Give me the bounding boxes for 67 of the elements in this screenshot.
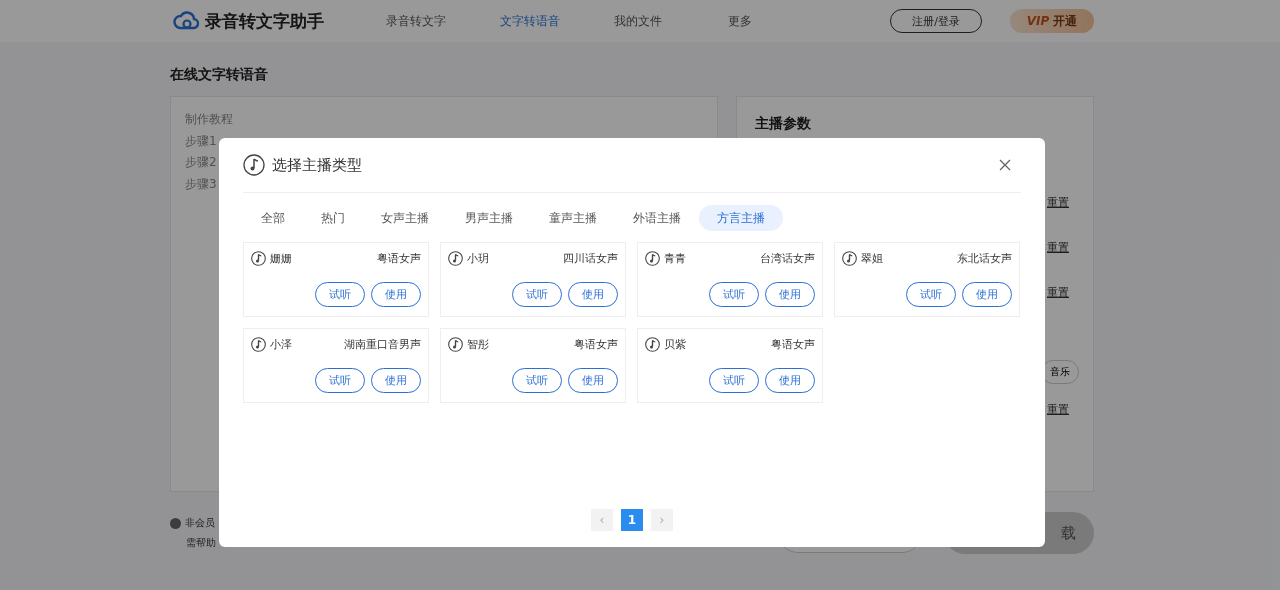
tutorial-step: 步骤1: [185, 130, 217, 152]
category-tab[interactable]: 热门: [303, 205, 363, 231]
reset-link[interactable]: 重置: [1047, 285, 1069, 330]
voice-type: 粤语女声: [377, 251, 421, 266]
nav-link[interactable]: 更多: [728, 12, 842, 30]
voice-name: 姗姗: [270, 251, 293, 266]
use-button[interactable]: 使用: [371, 368, 421, 393]
listen-button[interactable]: 试听: [315, 282, 365, 307]
music-note-icon: [251, 337, 266, 352]
notice-text: 非会员: [185, 516, 215, 530]
use-button[interactable]: 使用: [765, 282, 815, 307]
listen-button[interactable]: 试听: [906, 282, 956, 307]
music-note-icon: [645, 251, 660, 266]
category-tab[interactable]: 全部: [243, 205, 303, 231]
use-button[interactable]: 使用: [962, 282, 1012, 307]
voice-name: 青青: [664, 251, 687, 266]
category-tab[interactable]: 童声主播: [531, 205, 615, 231]
listen-button[interactable]: 试听: [512, 368, 562, 393]
dialog-title: 选择主播类型: [272, 155, 363, 175]
app-name: 录音转文字助手: [205, 9, 324, 33]
use-button[interactable]: 使用: [568, 282, 618, 307]
voice-type: 东北话女声: [957, 251, 1012, 266]
voice-name: 贝紫: [664, 337, 687, 352]
voice-type: 台湾话女声: [760, 251, 815, 266]
category-tab[interactable]: 方言主播: [699, 205, 783, 231]
music-note-icon: [842, 251, 857, 266]
nav-link[interactable]: 文字转语音: [500, 12, 614, 30]
music-note-icon: [448, 337, 463, 352]
use-button[interactable]: 使用: [765, 368, 815, 393]
reset-link[interactable]: 重置: [1047, 402, 1069, 447]
music-note-icon: [448, 251, 463, 266]
music-note-icon: [243, 154, 265, 176]
nav-link[interactable]: 录音转文字: [386, 12, 500, 30]
category-tab[interactable]: 女声主播: [363, 205, 447, 231]
cloud-logo-icon: [173, 11, 199, 31]
voice-type: 粤语女声: [574, 337, 618, 352]
voice-type: 湖南重口音男声: [344, 337, 421, 352]
tutorial-step: 步骤3: [185, 173, 217, 195]
listen-button[interactable]: 试听: [709, 282, 759, 307]
tutorial-step: 步骤2: [185, 152, 217, 174]
login-button[interactable]: 注册/登录: [890, 9, 982, 33]
reset-link[interactable]: 重置: [1047, 195, 1069, 240]
voice-type: 四川话女声: [563, 251, 618, 266]
voice-name: 翠姐: [861, 251, 884, 266]
voice-name: 智彤: [467, 337, 490, 352]
reset-link[interactable]: 重置: [1047, 240, 1069, 285]
page-button[interactable]: 1: [621, 509, 643, 531]
close-icon[interactable]: [999, 159, 1011, 171]
category-tab[interactable]: 外语主播: [615, 205, 699, 231]
category-tab[interactable]: 男声主播: [447, 205, 531, 231]
info-icon: [170, 517, 181, 529]
page-title: 在线文字转语音: [170, 66, 269, 84]
listen-button[interactable]: 试听: [315, 368, 365, 393]
use-button[interactable]: 使用: [371, 282, 421, 307]
voice-name: 小玥: [467, 251, 490, 266]
voice-type: 粤语女声: [771, 337, 815, 352]
panel-title: 主播参数: [755, 115, 812, 133]
tutorial-title: 制作教程: [185, 111, 233, 128]
listen-button[interactable]: 试听: [512, 282, 562, 307]
music-note-icon: [645, 337, 660, 352]
use-button[interactable]: 使用: [568, 368, 618, 393]
listen-button[interactable]: 试听: [709, 368, 759, 393]
nav-link[interactable]: 我的文件: [614, 12, 728, 30]
help-text: 需帮助: [185, 536, 217, 550]
voice-name: 小泽: [270, 337, 293, 352]
music-note-icon: [251, 251, 266, 266]
vip-button[interactable]: VIP 开通: [1010, 9, 1094, 33]
